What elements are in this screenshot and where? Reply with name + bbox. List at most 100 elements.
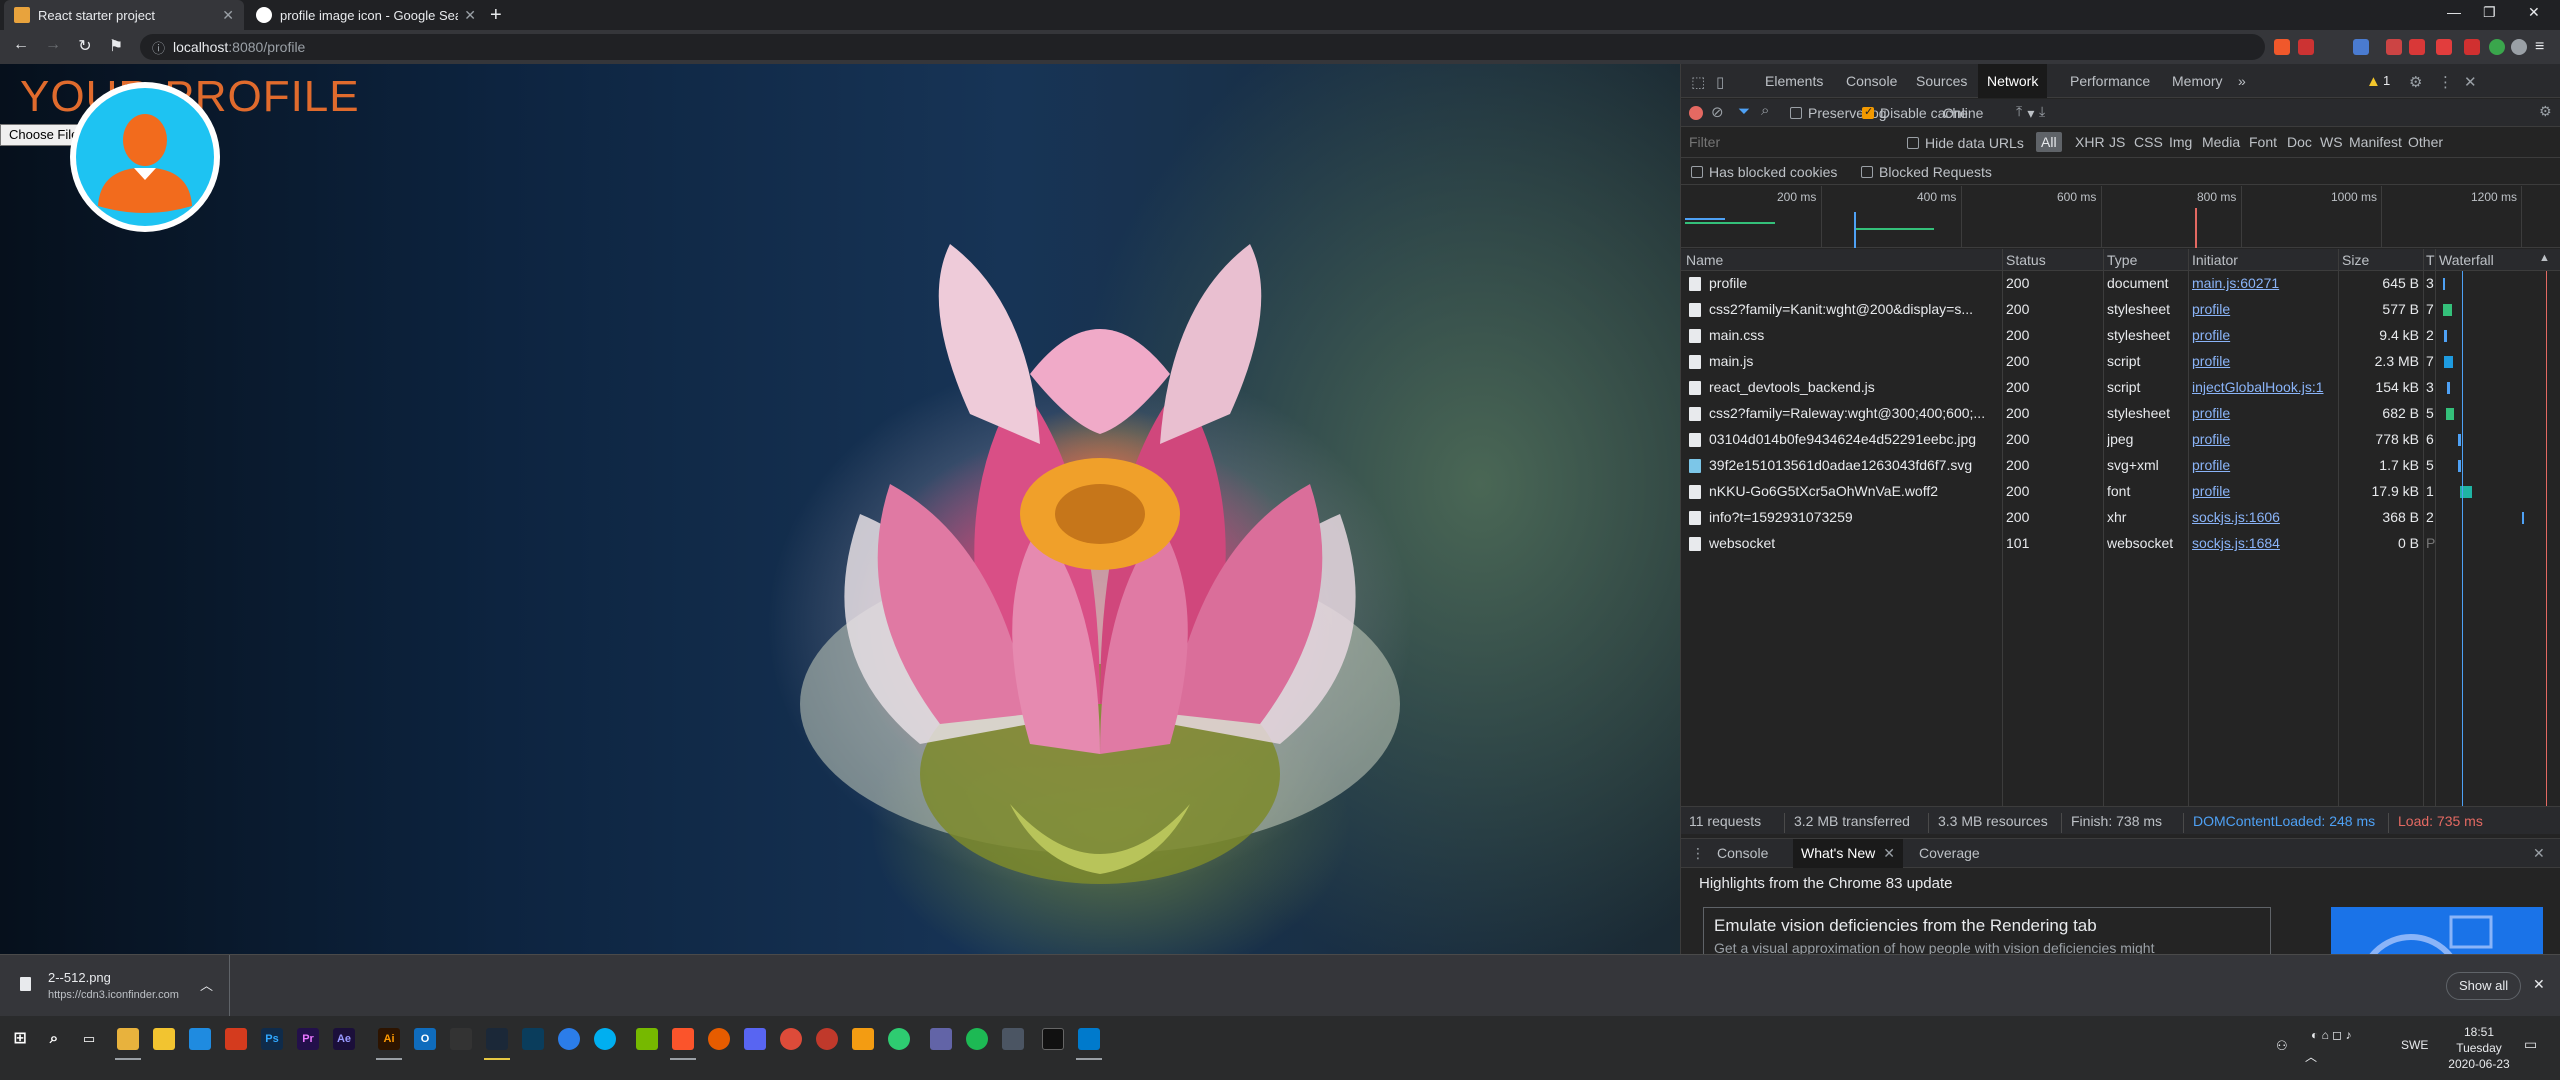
app-icon[interactable] bbox=[558, 1028, 580, 1050]
cell-initiator[interactable]: profile bbox=[2192, 353, 2337, 369]
app-icon[interactable] bbox=[744, 1028, 766, 1050]
extension-icon[interactable] bbox=[2436, 39, 2452, 55]
minimize-icon[interactable]: — bbox=[2447, 4, 2461, 20]
type-filter-ws[interactable]: WS bbox=[2320, 134, 2343, 150]
network-overview-timeline[interactable]: 200 ms 400 ms 600 ms 800 ms 1000 ms 1200… bbox=[1681, 186, 2560, 248]
skype-icon[interactable] bbox=[594, 1028, 616, 1050]
record-icon[interactable] bbox=[1689, 106, 1703, 120]
filter-icon[interactable]: ⏷ bbox=[1738, 103, 1750, 120]
drawer-menu-icon[interactable]: ⋮ bbox=[1691, 845, 1705, 862]
avatar[interactable] bbox=[70, 82, 220, 232]
warning-icon[interactable]: ▲ bbox=[2366, 73, 2381, 90]
tab-elements[interactable]: Elements bbox=[1756, 64, 1832, 98]
tab-react-starter[interactable]: React starter project ✕ bbox=[4, 0, 244, 30]
feature-card[interactable]: Emulate vision deficiencies from the Ren… bbox=[1703, 907, 2271, 954]
reload-icon[interactable]: ↻ bbox=[74, 36, 96, 56]
drawer-tab-coverage[interactable]: Coverage bbox=[1919, 845, 1980, 861]
type-filter-manifest[interactable]: Manifest bbox=[2349, 134, 2402, 150]
table-row[interactable]: 03104d014b0fe9434624e4d52291eebc.jpg 200 j… bbox=[1681, 427, 2560, 453]
outlook-icon[interactable]: O bbox=[414, 1028, 436, 1050]
brave-browser-icon[interactable] bbox=[672, 1028, 694, 1050]
close-icon[interactable]: ✕ bbox=[1883, 845, 1895, 861]
has-blocked-cookies-checkbox[interactable]: Has blocked cookies bbox=[1691, 164, 1837, 180]
table-row[interactable]: profile 200 document main.js:60271 645 B 3 bbox=[1681, 271, 2560, 297]
col-status[interactable]: Status bbox=[2006, 252, 2046, 268]
teams-icon[interactable] bbox=[930, 1028, 952, 1050]
input-language[interactable]: SWE bbox=[2401, 1038, 2428, 1052]
terminal-icon[interactable] bbox=[1042, 1028, 1064, 1050]
col-initiator[interactable]: Initiator bbox=[2192, 252, 2238, 268]
table-row[interactable]: websocket 101 websocket sockjs.js:1684 0 B P bbox=[1681, 531, 2560, 557]
file-explorer-icon[interactable] bbox=[117, 1028, 139, 1050]
type-filter-js[interactable]: JS bbox=[2109, 134, 2125, 150]
table-row[interactable]: css2?family=Kanit:wght@200&display=s... 2… bbox=[1681, 297, 2560, 323]
close-window-icon[interactable]: ✕ bbox=[2528, 4, 2540, 21]
steam-icon[interactable] bbox=[486, 1028, 508, 1050]
table-row[interactable]: react_devtools_backend.js 200 script inject… bbox=[1681, 375, 2560, 401]
cell-initiator[interactable]: profile bbox=[2192, 405, 2337, 421]
premiere-icon[interactable]: Pr bbox=[297, 1028, 319, 1050]
close-tab-icon[interactable]: ✕ bbox=[464, 7, 476, 24]
illustrator-icon[interactable]: Ai bbox=[378, 1028, 400, 1050]
table-row[interactable]: 39f2e151013561d0adae1263043fd6f7.svg 200 s… bbox=[1681, 453, 2560, 479]
search-icon[interactable]: ⌕ bbox=[1761, 102, 1769, 119]
cell-initiator[interactable]: sockjs.js:1684 bbox=[2192, 535, 2337, 551]
tray-icons[interactable]: ◐ ⌂ ◻ ♪ bbox=[2311, 1028, 2351, 1042]
cell-initiator[interactable]: profile bbox=[2192, 457, 2337, 473]
address-bar[interactable]: ⓘ localhost:8080/profile bbox=[140, 34, 2265, 60]
sort-asc-icon[interactable]: ▲ bbox=[2539, 252, 2550, 264]
windows-start-icon[interactable]: ⊞ bbox=[9, 1028, 31, 1050]
people-icon[interactable]: ⚇ bbox=[2276, 1038, 2288, 1054]
close-shelf-icon[interactable]: ✕ bbox=[2533, 976, 2545, 993]
table-row[interactable]: info?t=1592931073259 200 xhr sockjs.js:1606… bbox=[1681, 505, 2560, 531]
tab-sources[interactable]: Sources bbox=[1907, 64, 1976, 98]
type-filter-all[interactable]: All bbox=[2036, 132, 2062, 152]
close-tab-icon[interactable]: ✕ bbox=[222, 7, 234, 24]
more-tabs-icon[interactable]: » bbox=[2229, 64, 2255, 98]
network-settings-icon[interactable]: ⚙ bbox=[2539, 103, 2552, 120]
filter-input[interactable] bbox=[1685, 132, 1885, 152]
new-tab-button[interactable]: + bbox=[490, 4, 502, 26]
chrome-icon[interactable] bbox=[780, 1028, 802, 1050]
close-devtools-icon[interactable]: ✕ bbox=[2464, 73, 2477, 91]
type-filter-doc[interactable]: Doc bbox=[2287, 134, 2312, 150]
download-item[interactable]: 2--512.png https://cdn3.iconfinder.com ︿ bbox=[0, 955, 230, 1016]
type-filter-font[interactable]: Font bbox=[2249, 134, 2277, 150]
extension-icon[interactable] bbox=[2489, 39, 2505, 55]
search-icon[interactable]: ⌕ bbox=[43, 1028, 65, 1050]
task-view-icon[interactable]: ▭ bbox=[78, 1028, 100, 1050]
tab-performance[interactable]: Performance bbox=[2061, 64, 2159, 98]
vscode-icon[interactable] bbox=[1078, 1028, 1100, 1050]
cell-initiator[interactable]: sockjs.js:1606 bbox=[2192, 509, 2337, 525]
notifications-icon[interactable]: ▭ bbox=[2524, 1036, 2537, 1053]
system-clock[interactable]: 18:51 Tuesday 2020-06-23 bbox=[2444, 1024, 2514, 1072]
app-icon[interactable] bbox=[708, 1028, 730, 1050]
info-icon[interactable]: ⓘ bbox=[152, 38, 165, 57]
chevron-up-icon[interactable]: ︿ bbox=[2305, 1048, 2317, 1065]
tab-console[interactable]: Console bbox=[1837, 64, 1906, 98]
blocked-requests-checkbox[interactable]: Blocked Requests bbox=[1861, 164, 1992, 180]
mail-icon[interactable] bbox=[189, 1028, 211, 1050]
drawer-tab-whats-new[interactable]: What's New ✕ bbox=[1793, 839, 1903, 868]
chevron-up-icon[interactable]: ︿ bbox=[200, 975, 213, 994]
tab-network[interactable]: Network bbox=[1978, 64, 2048, 98]
import-har-icon[interactable]: ⤒ bbox=[2016, 103, 2022, 120]
export-har-icon[interactable]: ⤓ bbox=[2039, 103, 2045, 120]
forward-icon[interactable]: → bbox=[42, 36, 64, 54]
drawer-tab-console[interactable]: Console bbox=[1717, 845, 1768, 861]
table-row[interactable]: nKKU-Go6G5tXcr5aOhWnVaE.woff2 200 font prof… bbox=[1681, 479, 2560, 505]
app-icon[interactable] bbox=[522, 1028, 544, 1050]
nvidia-icon[interactable] bbox=[636, 1028, 658, 1050]
store-icon[interactable] bbox=[153, 1028, 175, 1050]
settings-gear-icon[interactable]: ⚙ bbox=[2409, 73, 2422, 91]
table-row[interactable]: css2?family=Raleway:wght@300;400;600;...… bbox=[1681, 401, 2560, 427]
cell-initiator[interactable]: injectGlobalHook.js:1 bbox=[2192, 379, 2337, 395]
app-icon[interactable] bbox=[816, 1028, 838, 1050]
col-time[interactable]: T bbox=[2426, 252, 2435, 268]
tab-google-search[interactable]: profile image icon - Google Search ✕ bbox=[246, 0, 486, 30]
col-type[interactable]: Type bbox=[2107, 252, 2137, 268]
cell-initiator[interactable]: profile bbox=[2192, 327, 2337, 343]
tab-memory[interactable]: Memory bbox=[2163, 64, 2232, 98]
bookmark-icon[interactable]: ⚑ bbox=[105, 36, 127, 56]
cell-initiator[interactable]: profile bbox=[2192, 431, 2337, 447]
